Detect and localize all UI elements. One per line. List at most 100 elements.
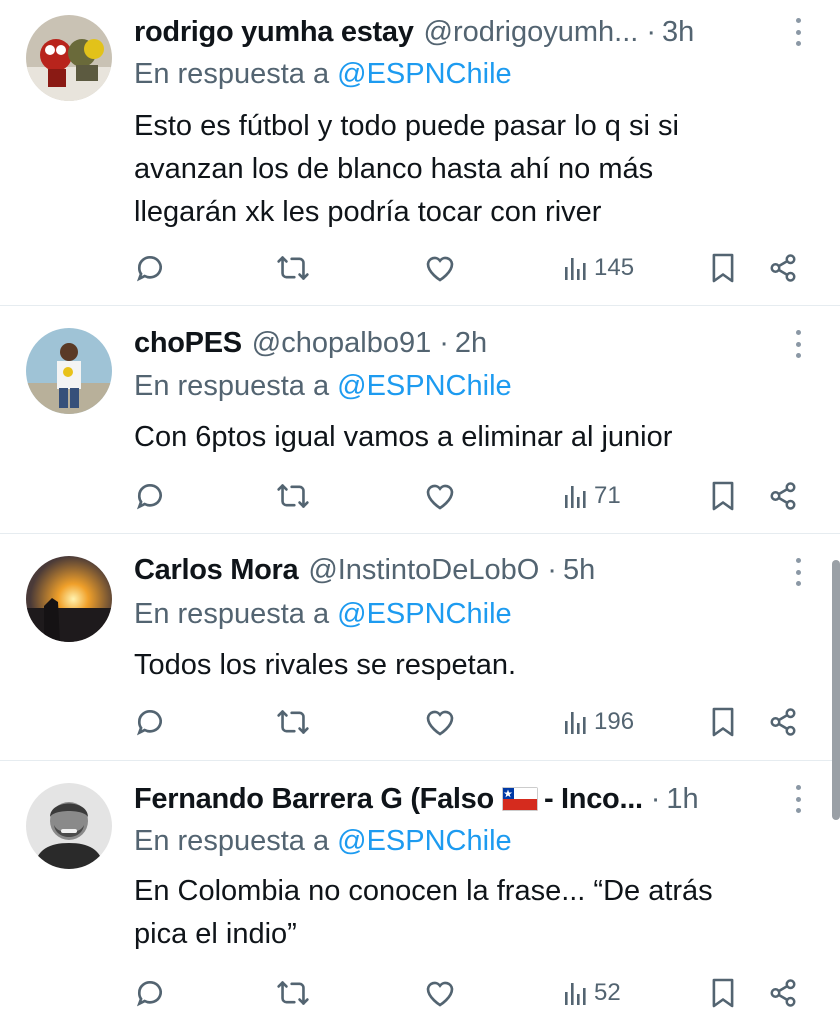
tweet-text-line: llegarán xk les podría tocar con river xyxy=(134,196,602,228)
avatar[interactable] xyxy=(26,15,112,101)
share-button[interactable] xyxy=(768,476,798,516)
like-icon xyxy=(426,710,454,736)
display-name[interactable]: Fernando Barrera G (Falso xyxy=(134,783,494,816)
display-name[interactable]: Carlos Mora xyxy=(134,554,299,587)
display-name[interactable]: choPES xyxy=(134,327,242,360)
tweet-header: choPES @chopalbo91 · 2h xyxy=(134,323,782,363)
action-bar: 71 xyxy=(0,476,840,516)
reply-mention-link[interactable]: @ESPNChile xyxy=(337,598,512,630)
bookmark-button[interactable] xyxy=(710,476,736,516)
views-count: 145 xyxy=(594,254,635,281)
share-button[interactable] xyxy=(768,702,798,742)
tweet-text-line: Esto es fútbol y todo puede pasar lo q s… xyxy=(134,110,679,142)
display-name-suffix[interactable]: - Inco... xyxy=(544,783,643,816)
like-button[interactable] xyxy=(424,476,456,516)
share-button[interactable] xyxy=(768,248,798,288)
share-icon xyxy=(770,254,796,282)
bookmark-icon xyxy=(712,978,734,1008)
timestamp[interactable]: 2h xyxy=(455,327,487,360)
tweet-1[interactable]: rodrigo yumha estay @rodrigoyumh... · 3h… xyxy=(0,0,840,305)
avatar[interactable] xyxy=(26,556,112,642)
tweet-text: Esto es fútbol y todo puede pasar lo q s… xyxy=(134,105,794,234)
like-button[interactable] xyxy=(424,248,456,288)
tweet-text: Con 6ptos igual vamos a eliminar al juni… xyxy=(134,416,794,459)
retweet-icon xyxy=(277,256,309,280)
views-icon xyxy=(565,983,586,1005)
user-handle[interactable]: @chopalbo91 xyxy=(252,327,431,360)
views-icon xyxy=(565,712,586,734)
share-button[interactable] xyxy=(768,973,798,1013)
reply-button[interactable] xyxy=(134,476,166,516)
time-separator: · xyxy=(650,782,661,815)
tweet-text-line: En Colombia no conocen la frase... “De a… xyxy=(134,875,713,907)
action-bar: 145 xyxy=(0,248,840,288)
like-button[interactable] xyxy=(424,973,456,1013)
retweet-button[interactable] xyxy=(276,702,310,742)
user-handle[interactable]: @InstintoDeLobO xyxy=(308,554,539,587)
reply-button[interactable] xyxy=(134,248,166,288)
time-separator: · xyxy=(439,326,449,359)
reply-button[interactable] xyxy=(134,702,166,742)
scrollbar[interactable] xyxy=(832,560,840,820)
retweet-button[interactable] xyxy=(276,248,310,288)
views-button[interactable]: 52 xyxy=(564,973,621,1013)
tweet-text-line: Con 6ptos igual vamos a eliminar al juni… xyxy=(134,421,673,453)
share-icon xyxy=(770,708,796,736)
reply-mention-link[interactable]: @ESPNChile xyxy=(337,58,512,90)
action-bar: 196 xyxy=(0,702,840,742)
bookmark-button[interactable] xyxy=(710,702,736,742)
chile-flag-icon xyxy=(501,787,538,811)
reply-context: En respuesta a @ESPNChile xyxy=(134,825,512,858)
avatar[interactable] xyxy=(26,328,112,414)
retweet-icon xyxy=(277,981,309,1005)
reply-button[interactable] xyxy=(134,973,166,1013)
retweet-icon xyxy=(277,710,309,734)
reply-icon xyxy=(136,256,162,282)
time-separator: · xyxy=(646,15,657,48)
views-button[interactable]: 71 xyxy=(564,476,621,516)
timestamp[interactable]: 1h xyxy=(666,783,698,816)
user-handle[interactable]: @rodrigoyumh... xyxy=(424,16,639,49)
reply-icon xyxy=(136,710,162,736)
more-icon[interactable] xyxy=(786,326,810,362)
tweet-text-line: pica el indio” xyxy=(134,918,297,950)
more-icon[interactable] xyxy=(786,554,810,590)
views-icon xyxy=(565,258,586,280)
tweet-header: rodrigo yumha estay @rodrigoyumh... · 3h xyxy=(134,12,782,52)
like-icon xyxy=(426,256,454,282)
retweet-button[interactable] xyxy=(276,973,310,1013)
views-button[interactable]: 145 xyxy=(564,248,634,288)
views-icon xyxy=(565,486,586,508)
more-icon[interactable] xyxy=(786,781,810,817)
reply-context: En respuesta a @ESPNChile xyxy=(134,58,512,91)
reply-prefix: En respuesta a xyxy=(134,58,330,90)
tweet-2[interactable]: choPES @chopalbo91 · 2h En respuesta a @… xyxy=(0,306,840,533)
timestamp[interactable]: 5h xyxy=(563,554,595,587)
reply-mention-link[interactable]: @ESPNChile xyxy=(337,825,512,857)
reply-icon xyxy=(136,484,162,510)
retweet-button[interactable] xyxy=(276,476,310,516)
bookmark-button[interactable] xyxy=(710,973,736,1013)
share-icon xyxy=(770,979,796,1007)
reply-prefix: En respuesta a xyxy=(134,825,330,857)
tweet-text-line: avanzan los de blanco hasta ahí no más xyxy=(134,153,654,185)
reply-mention-link[interactable]: @ESPNChile xyxy=(337,370,512,402)
tweet-text: En Colombia no conocen la frase... “De a… xyxy=(134,870,794,956)
avatar[interactable] xyxy=(26,783,112,869)
reply-prefix: En respuesta a xyxy=(134,370,330,402)
bookmark-button[interactable] xyxy=(710,248,736,288)
reply-context: En respuesta a @ESPNChile xyxy=(134,370,512,403)
bookmark-icon xyxy=(712,707,734,737)
like-icon xyxy=(426,484,454,510)
like-icon xyxy=(426,981,454,1007)
like-button[interactable] xyxy=(424,702,456,742)
timestamp[interactable]: 3h xyxy=(662,16,694,49)
share-icon xyxy=(770,482,796,510)
views-count: 71 xyxy=(594,482,621,509)
more-icon[interactable] xyxy=(786,14,810,50)
tweet-3[interactable]: Carlos Mora @InstintoDeLobO · 5h En resp… xyxy=(0,534,840,760)
display-name[interactable]: rodrigo yumha estay xyxy=(134,16,414,49)
views-button[interactable]: 196 xyxy=(564,702,634,742)
tweet-4[interactable]: Fernando Barrera G (Falso - Inco... · 1h… xyxy=(0,761,840,1024)
retweet-icon xyxy=(277,484,309,508)
